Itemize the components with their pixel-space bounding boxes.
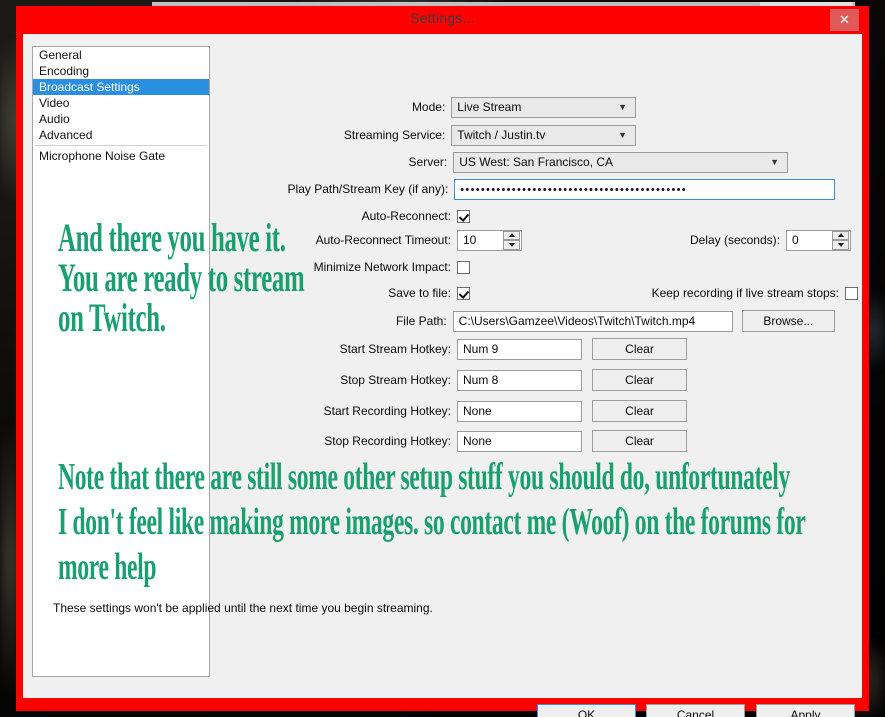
minimize-network-impact-checkbox[interactable] [457, 260, 470, 274]
row-auto-reconnect-timeout: Auto-Reconnect Timeout: 10 [210, 229, 530, 251]
stepper-up-icon[interactable] [832, 230, 849, 240]
settings-category-list[interactable]: General Encoding Broadcast Settings Video Au… [32, 46, 210, 677]
mode-select[interactable]: Live Stream ▼ [451, 96, 636, 118]
broadcast-settings-form: Mode: Live Stream ▼ Streaming Service: T… [210, 34, 862, 698]
dialog-titlebar: Settings... ✕ [16, 6, 869, 34]
browse-button[interactable]: Browse... [741, 310, 835, 332]
sidebar-item-encoding[interactable]: Encoding [33, 63, 209, 79]
delay-seconds-label: Delay (seconds): [689, 233, 780, 247]
dialog-body: General Encoding Broadcast Settings Video Au… [23, 34, 862, 717]
sidebar-item-microphone-noise-gate[interactable]: Microphone Noise Gate [33, 148, 209, 164]
auto-reconnect-timeout-stepper[interactable]: 10 [457, 229, 522, 251]
save-to-file-label: Save to file: [388, 286, 451, 300]
row-stream-key: Play Path/Stream Key (if any): •••••••••… [210, 178, 835, 200]
row-start-stream-hotkey: Start Stream Hotkey: Num 9 Clear [210, 338, 770, 360]
dialog-title: Settings... [410, 10, 475, 26]
row-server: Server: US West: San Francisco, CA ▼ [210, 151, 788, 173]
cancel-button[interactable]: Cancel [646, 704, 745, 717]
delay-seconds-value: 0 [792, 232, 799, 247]
desktop-background: Settings... ✕ General Encoding Broadcast S… [0, 0, 885, 717]
stepper-buttons[interactable] [832, 230, 849, 250]
row-minimize-network-impact: Minimize Network Impact: [210, 256, 510, 278]
chevron-down-icon: ▼ [618, 101, 627, 112]
auto-reconnect-checkbox[interactable] [457, 209, 470, 223]
keep-recording-checkbox[interactable] [845, 286, 858, 300]
sidebar-item-video[interactable]: Video [33, 95, 209, 111]
stream-key-label: Play Path/Stream Key (if any): [287, 182, 449, 196]
chevron-down-icon: ▼ [770, 156, 779, 167]
stop-recording-hotkey-input[interactable]: None [457, 430, 582, 452]
start-recording-hotkey-clear-button[interactable]: Clear [592, 400, 687, 422]
server-select[interactable]: US West: San Francisco, CA ▼ [453, 151, 788, 173]
stream-key-input[interactable]: ••••••••••••••••••••••••••••••••••••••••… [454, 178, 835, 200]
streaming-service-select[interactable]: Twitch / Justin.tv ▼ [451, 124, 636, 146]
mode-label: Mode: [411, 100, 446, 114]
ok-button[interactable]: OK [537, 704, 636, 717]
row-start-recording-hotkey: Start Recording Hotkey: None Clear [210, 400, 770, 422]
row-streaming-service: Streaming Service: Twitch / Justin.tv ▼ [210, 124, 636, 146]
stepper-up-icon[interactable] [503, 230, 520, 240]
row-delay-seconds: Delay (seconds): 0 [670, 229, 860, 251]
auto-reconnect-label: Auto-Reconnect: [361, 209, 451, 223]
stop-stream-hotkey-clear-button[interactable]: Clear [592, 369, 687, 391]
start-recording-hotkey-label: Start Recording Hotkey: [323, 404, 451, 418]
row-file-path: File Path: C:\Users\Gamzee\Videos\Twitch… [210, 310, 835, 332]
dialog-action-bar: OK Cancel Apply [23, 678, 862, 717]
sidebar-item-advanced[interactable]: Advanced [33, 127, 209, 143]
sidebar-item-broadcast-settings[interactable]: Broadcast Settings [33, 79, 209, 95]
start-stream-hotkey-clear-button[interactable]: Clear [592, 338, 687, 360]
row-stop-recording-hotkey: Stop Recording Hotkey: None Clear [210, 430, 770, 452]
mode-value: Live Stream [457, 99, 522, 114]
save-to-file-checkbox[interactable] [457, 286, 470, 300]
status-note: These settings won't be applied until th… [53, 601, 433, 615]
apply-button[interactable]: Apply [756, 704, 855, 717]
streaming-service-value: Twitch / Justin.tv [457, 127, 546, 142]
row-keep-recording: Keep recording if live stream stops: [591, 282, 861, 304]
sidebar-item-audio[interactable]: Audio [33, 111, 209, 127]
server-label: Server: [408, 155, 448, 169]
row-save-to-file: Save to file: [210, 282, 510, 304]
streaming-service-label: Streaming Service: [343, 128, 446, 142]
server-value: US West: San Francisco, CA [459, 154, 614, 169]
row-stop-stream-hotkey: Stop Stream Hotkey: Num 8 Clear [210, 369, 770, 391]
keep-recording-label: Keep recording if live stream stops: [651, 286, 839, 300]
file-path-input[interactable]: C:\Users\Gamzee\Videos\Twitch\Twitch.mp4 [452, 310, 733, 332]
settings-dialog: Settings... ✕ General Encoding Broadcast S… [16, 6, 869, 717]
delay-seconds-stepper[interactable]: 0 [786, 229, 851, 251]
stepper-down-icon[interactable] [503, 240, 520, 250]
sidebar-item-general[interactable]: General [33, 47, 209, 63]
stepper-buttons[interactable] [503, 230, 520, 250]
close-icon[interactable]: ✕ [830, 9, 859, 31]
stop-stream-hotkey-label: Stop Stream Hotkey: [340, 373, 451, 387]
stop-recording-hotkey-label: Stop Recording Hotkey: [324, 434, 451, 448]
auto-reconnect-timeout-value: 10 [463, 232, 477, 247]
stepper-down-icon[interactable] [832, 240, 849, 250]
row-mode: Mode: Live Stream ▼ [210, 96, 636, 118]
start-stream-hotkey-input[interactable]: Num 9 [457, 338, 582, 360]
minimize-network-impact-label: Minimize Network Impact: [313, 260, 451, 274]
chevron-down-icon: ▼ [618, 129, 627, 140]
stop-stream-hotkey-input[interactable]: Num 8 [457, 369, 582, 391]
stop-recording-hotkey-clear-button[interactable]: Clear [592, 430, 687, 452]
row-auto-reconnect: Auto-Reconnect: [210, 205, 510, 227]
start-stream-hotkey-label: Start Stream Hotkey: [339, 342, 451, 356]
sidebar-separator [35, 145, 207, 146]
file-path-label: File Path: [395, 314, 447, 328]
auto-reconnect-timeout-label: Auto-Reconnect Timeout: [315, 233, 451, 247]
start-recording-hotkey-input[interactable]: None [457, 400, 582, 422]
